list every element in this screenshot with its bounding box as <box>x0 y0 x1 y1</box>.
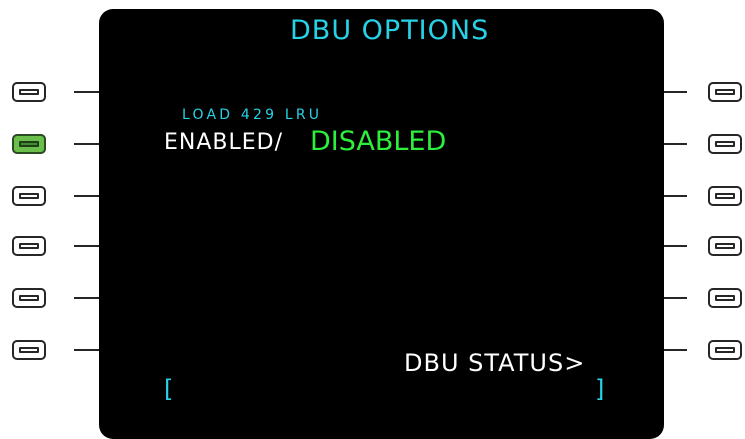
right-lsk-connector-4 <box>664 245 687 247</box>
right-lsk-connector-5 <box>664 297 687 299</box>
enabled-option: ENABLED/ <box>164 130 284 155</box>
left-line-select-key-1[interactable] <box>12 82 46 102</box>
right-lsk-connector-6 <box>664 349 687 351</box>
left-line-select-key-6[interactable] <box>12 340 46 360</box>
right-line-select-key-1[interactable] <box>708 82 742 102</box>
right-line-select-key-5[interactable] <box>708 288 742 308</box>
left-line-select-key-4[interactable] <box>12 236 46 256</box>
left-lsk-connector-5 <box>74 297 99 299</box>
right-lsk-connector-1 <box>664 91 687 93</box>
right-line-select-key-3[interactable] <box>708 186 742 206</box>
right-lsk-connector-3 <box>664 195 687 197</box>
dbu-status-prompt[interactable]: DBU STATUS> <box>404 351 585 375</box>
page-title: DBU OPTIONS <box>290 15 490 46</box>
scratchpad-right-bracket: ] <box>595 375 605 403</box>
right-lsk-connector-2 <box>664 143 687 145</box>
left-line-select-key-5[interactable] <box>12 288 46 308</box>
right-line-select-key-2[interactable] <box>708 134 742 154</box>
load-429-lru-label: LOAD 429 LRU <box>182 107 323 123</box>
left-lsk-connector-6 <box>74 349 99 351</box>
left-lsk-connector-3 <box>74 195 99 197</box>
scratchpad-left-bracket: [ <box>164 375 174 403</box>
left-lsk-connector-1 <box>74 91 99 93</box>
enabled-disabled-toggle[interactable]: ENABLED/ DISABLED <box>164 125 464 157</box>
left-line-select-key-2[interactable] <box>12 134 46 154</box>
left-lsk-connector-4 <box>74 245 99 247</box>
right-line-select-key-4[interactable] <box>708 236 742 256</box>
disabled-option: DISABLED <box>310 126 447 157</box>
left-line-select-key-3[interactable] <box>12 186 46 206</box>
left-lsk-connector-2 <box>74 143 99 145</box>
right-line-select-key-6[interactable] <box>708 340 742 360</box>
